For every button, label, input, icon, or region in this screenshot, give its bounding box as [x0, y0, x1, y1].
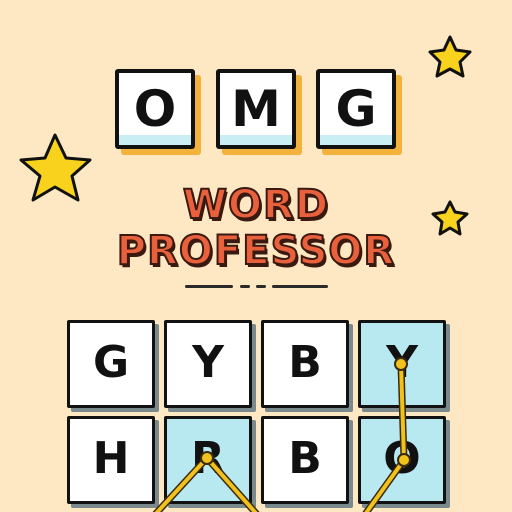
logo-letter: G: [335, 80, 377, 138]
logo-tile: M: [216, 69, 296, 149]
letter-tile-selected[interactable]: R: [164, 416, 252, 504]
game-start-screen: O M G WORD PROFESSOR G Y B Y H R B O: [0, 0, 512, 512]
tile-letter: R: [191, 433, 225, 484]
tile-letter: H: [92, 433, 130, 484]
tile-letter: O: [383, 433, 421, 484]
letter-tile[interactable]: G: [67, 320, 155, 408]
divider: [272, 285, 328, 288]
letter-tile[interactable]: B: [261, 320, 349, 408]
letter-tile[interactable]: H: [67, 416, 155, 504]
letter-tile[interactable]: Y: [164, 320, 252, 408]
tile-letter: B: [288, 433, 322, 484]
title-line-2: PROFESSOR: [116, 227, 396, 275]
letter-tile-selected[interactable]: Y: [358, 320, 446, 408]
logo-tile: G: [316, 69, 396, 149]
letter-tile-selected[interactable]: O: [358, 416, 446, 504]
letter-tile[interactable]: B: [261, 416, 349, 504]
tile-letter: B: [288, 337, 322, 388]
logo-tile: O: [115, 69, 195, 149]
logo-letter: M: [231, 80, 281, 138]
divider: [240, 285, 250, 288]
logo-letter: O: [133, 80, 177, 138]
tile-letter: Y: [192, 337, 224, 388]
divider: [256, 285, 266, 288]
title-line-1: WORD: [182, 181, 330, 229]
tile-letter: G: [92, 337, 130, 388]
divider: [185, 285, 233, 288]
star-icon: [428, 35, 472, 78]
tile-letter: Y: [386, 337, 418, 388]
